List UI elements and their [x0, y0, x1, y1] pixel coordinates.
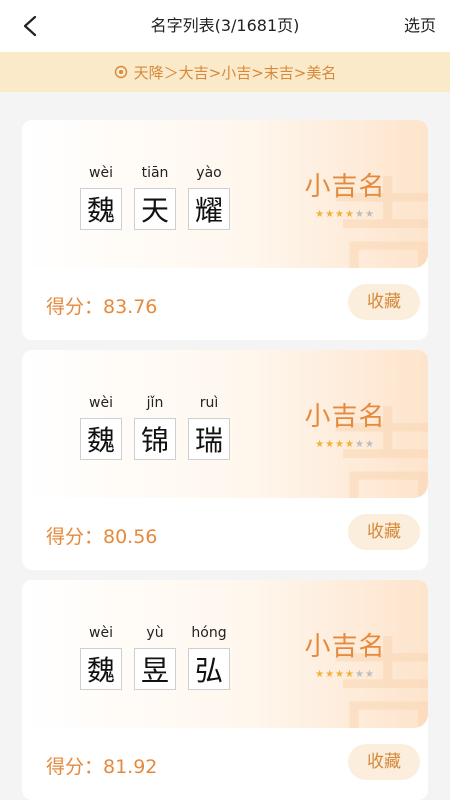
score-label: 得分：83.76 — [46, 296, 158, 318]
star-icon: ★ — [315, 439, 326, 450]
star-icon: ★ — [315, 209, 326, 220]
name-characters: wèi 魏 jǐn 锦 ruì 瑞 — [80, 392, 230, 460]
name-character: 魏 — [80, 418, 122, 460]
star-icon: ★ — [345, 669, 355, 680]
character-column: jǐn 锦 — [134, 392, 176, 460]
pinyin-label: wèi — [89, 165, 113, 181]
score-label: 得分：80.56 — [46, 526, 158, 548]
name-character: 弘 — [188, 648, 230, 690]
character-column: yào 耀 — [188, 162, 230, 230]
chevron-left-icon — [23, 15, 37, 37]
target-icon — [114, 65, 127, 79]
rating-block: 小吉名 ★★★★★★ — [290, 396, 400, 450]
star-icon: ★ — [325, 209, 336, 220]
collect-button[interactable]: 收藏 — [348, 284, 420, 320]
name-card[interactable]: 吉 wèi 魏 yù 昱 hóng 弘小吉名 ★★★★★★ 得分：81.92 收藏 — [22, 580, 428, 800]
name-card[interactable]: 吉 wèi 魏 jǐn 锦 ruì 瑞小吉名 ★★★★★★ 得分：80.56 收藏 — [22, 350, 428, 570]
star-icon: ★ — [364, 439, 375, 450]
character-column: wèi 魏 — [80, 392, 122, 460]
pinyin-label: yù — [146, 625, 164, 641]
pinyin-label: hóng — [191, 625, 227, 641]
rating-label: 小吉名 — [304, 402, 386, 432]
character-column: wèi 魏 — [80, 622, 122, 690]
star-icon: ★ — [354, 669, 365, 680]
character-column: yù 昱 — [134, 622, 176, 690]
card-header: 吉 wèi 魏 jǐn 锦 ruì 瑞小吉名 ★★★★★★ — [22, 350, 428, 498]
star-icon: ★ — [364, 209, 375, 220]
pinyin-label: wèi — [89, 625, 113, 641]
name-characters: wèi 魏 tiān 天 yào 耀 — [80, 162, 230, 230]
name-character: 天 — [134, 188, 176, 230]
pinyin-label: jǐn — [146, 395, 164, 411]
star-rating: ★★★★★★ — [290, 439, 400, 450]
banner-text: 天降＞大吉>小吉>末吉>美名 — [133, 63, 337, 82]
rating-block: 小吉名 ★★★★★★ — [290, 166, 400, 220]
pinyin-label: ruì — [199, 395, 219, 411]
card-header: 吉 wèi 魏 yù 昱 hóng 弘小吉名 ★★★★★★ — [22, 580, 428, 728]
rating-label: 小吉名 — [304, 632, 386, 662]
name-characters: wèi 魏 yù 昱 hóng 弘 — [80, 622, 230, 690]
name-character: 耀 — [188, 188, 230, 230]
score-label: 得分：81.92 — [46, 756, 158, 778]
character-column: tiān 天 — [134, 162, 176, 230]
star-icon: ★ — [325, 439, 336, 450]
name-character: 锦 — [134, 418, 176, 460]
pinyin-label: wèi — [89, 395, 113, 411]
star-icon: ★ — [345, 439, 355, 450]
name-character: 魏 — [80, 648, 122, 690]
star-icon: ★ — [345, 209, 355, 220]
character-column: ruì 瑞 — [188, 392, 230, 460]
star-icon: ★ — [364, 669, 375, 680]
rating-order-banner: 天降＞大吉>小吉>末吉>美名 — [0, 52, 450, 92]
character-column: wèi 魏 — [80, 162, 122, 230]
star-icon: ★ — [315, 669, 326, 680]
character-column: hóng 弘 — [188, 622, 230, 690]
collect-button[interactable]: 收藏 — [348, 514, 420, 550]
back-button[interactable] — [16, 12, 44, 40]
name-character: 瑞 — [188, 418, 230, 460]
star-icon: ★ — [335, 669, 345, 680]
collect-button[interactable]: 收藏 — [348, 744, 420, 780]
pinyin-label: yào — [196, 165, 222, 181]
star-icon: ★ — [354, 209, 365, 220]
name-character: 昱 — [134, 648, 176, 690]
star-icon: ★ — [354, 439, 365, 450]
star-rating: ★★★★★★ — [290, 209, 400, 220]
star-icon: ★ — [335, 439, 345, 450]
star-icon: ★ — [335, 209, 345, 220]
page-title: 名字列表(3/1681页) — [150, 16, 300, 35]
pinyin-label: tiān — [141, 165, 169, 181]
rating-label: 小吉名 — [304, 172, 386, 202]
name-card[interactable]: 吉 wèi 魏 tiān 天 yào 耀小吉名 ★★★★★★ 得分：83.76 收藏 — [22, 120, 428, 340]
rating-block: 小吉名 ★★★★★★ — [290, 626, 400, 680]
name-character: 魏 — [80, 188, 122, 230]
star-icon: ★ — [325, 669, 336, 680]
select-page-button[interactable]: 选页 — [404, 0, 436, 52]
card-header: 吉 wèi 魏 tiān 天 yào 耀小吉名 ★★★★★★ — [22, 120, 428, 268]
top-bar: 名字列表(3/1681页) 选页 — [0, 0, 450, 52]
star-rating: ★★★★★★ — [290, 669, 400, 680]
